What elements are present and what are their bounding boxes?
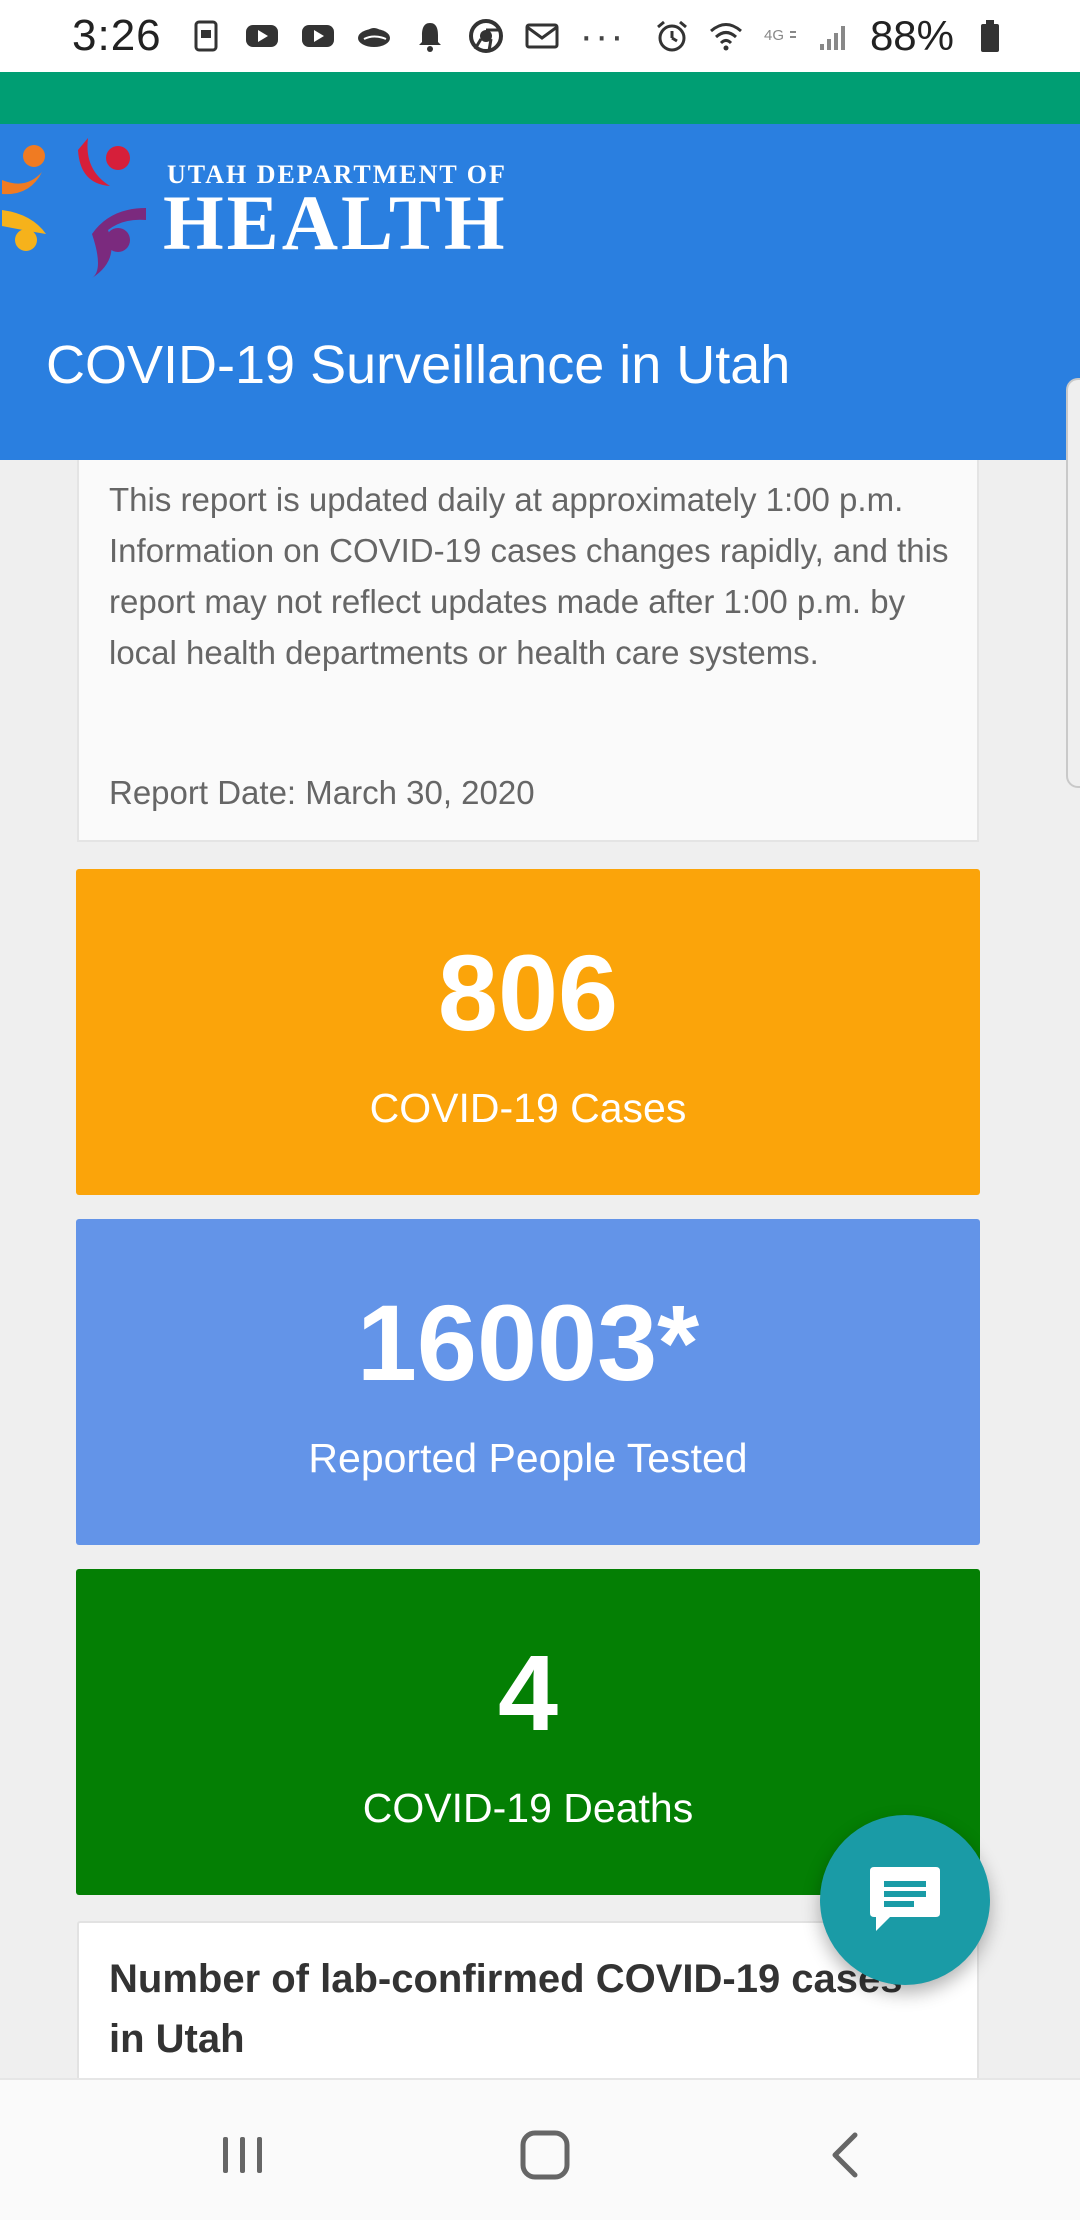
system-icons: 4G 88%	[654, 12, 1008, 60]
chat-button[interactable]	[820, 1815, 990, 1985]
system-nav-bar	[0, 2078, 1080, 2220]
report-description: This report is updated daily at approxim…	[109, 481, 949, 671]
cases-count: 806	[437, 932, 619, 1053]
id-card-icon	[188, 18, 224, 54]
home-button[interactable]	[510, 2120, 580, 2190]
deaths-count: 4	[497, 1632, 559, 1753]
battery-percentage: 88%	[869, 12, 954, 59]
tested-tile: 16003* Reported People Tested	[76, 1219, 980, 1545]
recents-button[interactable]	[208, 2120, 278, 2190]
youtube-icon	[300, 18, 336, 54]
wifi-icon	[708, 18, 744, 54]
section-title: Number of lab-confirmed COVID-19 cases i…	[109, 1957, 903, 2061]
report-info-card: This report is updated daily at approxim…	[77, 460, 979, 842]
lte-4g-icon: 4G	[762, 18, 798, 54]
tested-count: 16003*	[356, 1282, 700, 1403]
chat-bubble-icon	[870, 1867, 940, 1931]
utah-health-logo-icon[interactable]	[0, 130, 150, 280]
alarm-icon	[654, 18, 690, 54]
top-band	[0, 72, 1080, 124]
mail-icon	[524, 18, 560, 54]
site-header: UTAH DEPARTMENT OF HEALTH COVID-19 Surve…	[0, 124, 1080, 460]
svg-text:4G: 4G	[764, 27, 784, 44]
back-button[interactable]	[812, 2120, 882, 2190]
report-date: Report Date: March 30, 2020	[109, 774, 535, 811]
battery-icon	[972, 18, 1008, 54]
recents-icon	[223, 2137, 262, 2173]
back-icon	[832, 2132, 858, 2178]
side-panel-handle[interactable]	[1066, 378, 1080, 788]
deaths-label: COVID-19 Deaths	[362, 1785, 694, 1831]
home-icon	[520, 2130, 570, 2180]
page-title: COVID-19 Surveillance in Utah	[46, 335, 791, 395]
tested-label: Reported People Tested	[308, 1435, 748, 1481]
status-time: 3:26	[72, 11, 162, 60]
cap-icon	[356, 18, 392, 54]
bell-icon	[412, 18, 448, 54]
cases-tile: 806 COVID-19 Cases	[76, 869, 980, 1195]
chrome-icon	[468, 18, 504, 54]
status-bar: 3:26 ··· 4G 88%	[0, 0, 1080, 72]
brand-title[interactable]: HEALTH	[163, 184, 508, 262]
notification-icons: ···	[188, 14, 626, 59]
overflow-dots: ···	[579, 13, 626, 58]
cases-label: COVID-19 Cases	[369, 1085, 687, 1131]
signal-icon	[816, 18, 852, 54]
youtube-icon	[244, 18, 280, 54]
